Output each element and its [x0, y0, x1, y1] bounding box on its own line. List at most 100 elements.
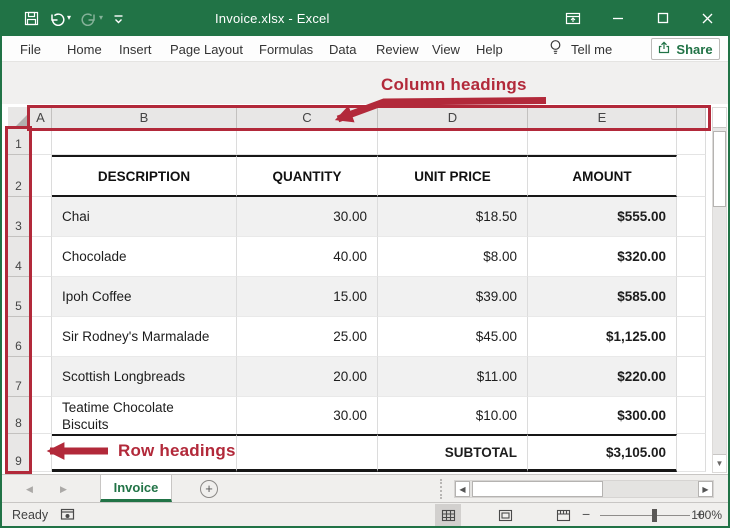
- cell-B1[interactable]: [52, 129, 237, 155]
- cell-D8[interactable]: $10.00: [378, 397, 528, 434]
- row-header-1[interactable]: 1: [8, 129, 30, 155]
- column-header-E[interactable]: E: [528, 107, 677, 129]
- row-header-2[interactable]: 2: [8, 155, 30, 197]
- cell-B6[interactable]: Sir Rodney's Marmalade: [52, 317, 237, 357]
- cell-C6[interactable]: 25.00: [237, 317, 378, 357]
- zoom-out-button[interactable]: −: [582, 506, 590, 522]
- cell-A5[interactable]: [30, 277, 52, 317]
- cell-A2[interactable]: [30, 155, 52, 197]
- cell-C9[interactable]: [237, 434, 378, 472]
- cell-F3[interactable]: [677, 197, 706, 237]
- cell-D3[interactable]: $18.50: [378, 197, 528, 237]
- cell-C5[interactable]: 15.00: [237, 277, 378, 317]
- cell-D4[interactable]: $8.00: [378, 237, 528, 277]
- ribbon-tab-review[interactable]: Review: [376, 36, 419, 62]
- scroll-down-icon[interactable]: ▼: [713, 454, 726, 472]
- cell-A9[interactable]: [30, 434, 52, 472]
- maximize-button[interactable]: [640, 0, 685, 36]
- cell-D5[interactable]: $39.00: [378, 277, 528, 317]
- cell-E7[interactable]: $220.00: [528, 357, 677, 397]
- column-header-A[interactable]: A: [30, 107, 52, 129]
- row-header-4[interactable]: 4: [8, 237, 30, 277]
- column-header-D[interactable]: D: [378, 107, 528, 129]
- cell-F9[interactable]: [677, 434, 706, 472]
- cell-D1[interactable]: [378, 129, 528, 155]
- cell-F2[interactable]: [677, 155, 706, 197]
- scroll-up-button[interactable]: [713, 108, 726, 128]
- zoom-slider-thumb[interactable]: [652, 509, 657, 522]
- save-icon[interactable]: [24, 11, 39, 26]
- cell-B8[interactable]: Teatime Chocolate Biscuits: [52, 397, 237, 434]
- column-header-B[interactable]: B: [52, 107, 237, 129]
- redo-button[interactable]: ▾: [81, 11, 103, 26]
- cell-A6[interactable]: [30, 317, 52, 357]
- cell-E3[interactable]: $555.00: [528, 197, 677, 237]
- cell-B7[interactable]: Scottish Longbreads: [52, 357, 237, 397]
- ribbon-tab-data[interactable]: Data: [329, 36, 356, 62]
- ribbon-tab-insert[interactable]: Insert: [119, 36, 152, 62]
- undo-dropdown-icon[interactable]: ▾: [67, 14, 71, 22]
- customize-quick-access-icon[interactable]: [113, 12, 124, 25]
- cell-E8[interactable]: $300.00: [528, 397, 677, 434]
- ribbon-tab-formulas[interactable]: Formulas: [259, 36, 313, 62]
- horizontal-scrollbar[interactable]: ◀ ▶: [454, 480, 714, 498]
- cell-C4[interactable]: 40.00: [237, 237, 378, 277]
- scroll-left-icon[interactable]: ◀: [455, 481, 470, 497]
- ribbon-display-options-icon[interactable]: [550, 0, 595, 36]
- cell-F7[interactable]: [677, 357, 706, 397]
- macro-record-icon[interactable]: [60, 508, 75, 526]
- select-all-corner[interactable]: [8, 107, 30, 129]
- ribbon-tab-file[interactable]: File: [20, 36, 41, 62]
- horizontal-scrollbar-thumb[interactable]: [472, 481, 603, 497]
- row-header-7[interactable]: 7: [8, 357, 30, 397]
- cell-A4[interactable]: [30, 237, 52, 277]
- cell-B4[interactable]: Chocolade: [52, 237, 237, 277]
- cell-A1[interactable]: [30, 129, 52, 155]
- next-sheet-icon[interactable]: ▶: [60, 484, 67, 495]
- cell-B5[interactable]: Ipoh Coffee: [52, 277, 237, 317]
- normal-view-button[interactable]: [435, 504, 461, 526]
- share-button[interactable]: Share: [651, 38, 720, 60]
- ribbon-tab-page-layout[interactable]: Page Layout: [170, 36, 243, 62]
- cell-C8[interactable]: 30.00: [237, 397, 378, 434]
- column-header-partial[interactable]: [677, 107, 706, 129]
- cell-D7[interactable]: $11.00: [378, 357, 528, 397]
- row-header-9[interactable]: 9: [8, 434, 30, 472]
- previous-sheet-icon[interactable]: ◀: [26, 484, 33, 495]
- cell-C2[interactable]: QUANTITY: [237, 155, 378, 197]
- cell-C3[interactable]: 30.00: [237, 197, 378, 237]
- cell-E5[interactable]: $585.00: [528, 277, 677, 317]
- row-header-5[interactable]: 5: [8, 277, 30, 317]
- ribbon-tab-help[interactable]: Help: [476, 36, 503, 62]
- row-header-3[interactable]: 3: [8, 197, 30, 237]
- page-break-preview-button[interactable]: [550, 504, 576, 526]
- cell-D2[interactable]: UNIT PRICE: [378, 155, 528, 197]
- cell-C1[interactable]: [237, 129, 378, 155]
- undo-button[interactable]: ▾: [49, 11, 71, 26]
- cell-E9[interactable]: $3,105.00: [528, 434, 677, 472]
- cell-A3[interactable]: [30, 197, 52, 237]
- minimize-button[interactable]: [595, 0, 640, 36]
- row-header-8[interactable]: 8: [8, 397, 30, 434]
- column-header-C[interactable]: C: [237, 107, 378, 129]
- cell-E2[interactable]: AMOUNT: [528, 155, 677, 197]
- zoom-slider[interactable]: [600, 515, 690, 516]
- cell-A7[interactable]: [30, 357, 52, 397]
- page-layout-view-button[interactable]: [492, 504, 518, 526]
- ribbon-tab-home[interactable]: Home: [67, 36, 102, 62]
- vertical-scrollbar-thumb[interactable]: [713, 131, 726, 207]
- tab-scroll-separator[interactable]: [440, 479, 442, 499]
- cell-F1[interactable]: [677, 129, 706, 155]
- tell-me-button[interactable]: Tell me: [548, 36, 612, 62]
- sheet-tab-invoice[interactable]: Invoice: [100, 475, 172, 502]
- cell-B2[interactable]: DESCRIPTION: [52, 155, 237, 197]
- cell-C7[interactable]: 20.00: [237, 357, 378, 397]
- cell-A8[interactable]: [30, 397, 52, 434]
- ribbon-tab-view[interactable]: View: [432, 36, 460, 62]
- cell-E4[interactable]: $320.00: [528, 237, 677, 277]
- cell-F5[interactable]: [677, 277, 706, 317]
- row-header-6[interactable]: 6: [8, 317, 30, 357]
- cell-E6[interactable]: $1,125.00: [528, 317, 677, 357]
- cell-D9[interactable]: SUBTOTAL: [378, 434, 528, 472]
- close-button[interactable]: [685, 0, 730, 36]
